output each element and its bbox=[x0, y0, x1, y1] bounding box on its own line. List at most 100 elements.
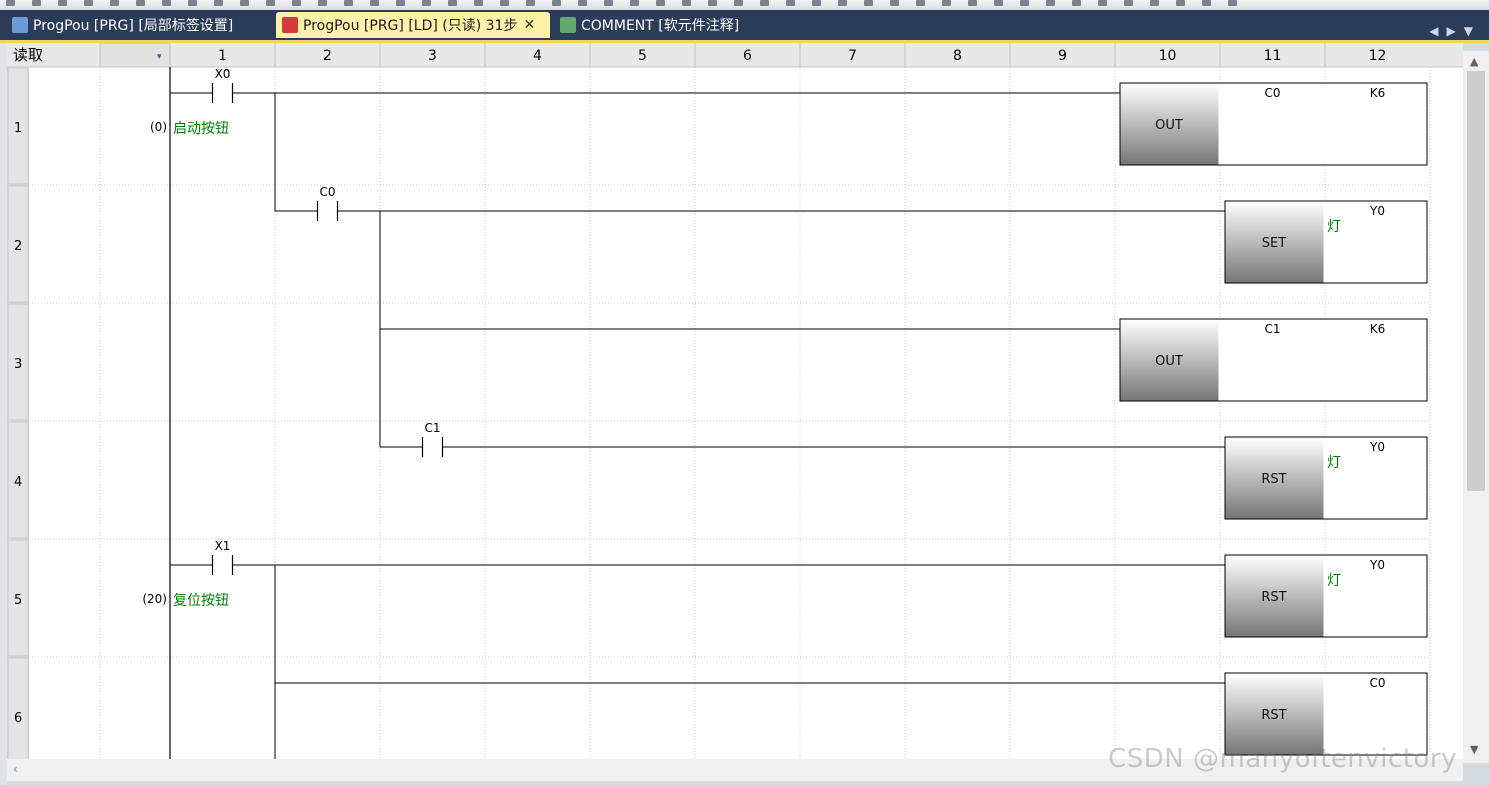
column-header: 4 bbox=[533, 48, 542, 64]
toolbar-button-icon[interactable] bbox=[1176, 0, 1185, 6]
instruction-name: SET bbox=[1262, 236, 1286, 251]
row-number: 5 bbox=[14, 593, 22, 608]
toolbar-button-icon[interactable] bbox=[344, 0, 353, 6]
instruction-setting[interactable]: K6 bbox=[1370, 86, 1386, 100]
toolbar-button-icon[interactable] bbox=[1098, 0, 1107, 6]
instruction-name: RST bbox=[1261, 590, 1286, 605]
toolbar-button-icon[interactable] bbox=[318, 0, 327, 6]
column-header: 9 bbox=[1058, 48, 1067, 64]
instruction-comment: 灯 bbox=[1327, 219, 1341, 235]
contact-device-label[interactable]: X0 bbox=[215, 67, 231, 81]
toolbar-button-icon[interactable] bbox=[448, 0, 457, 6]
watermark: CSDN @manyoftenvictory bbox=[1108, 744, 1457, 774]
toolbar-button-icon[interactable] bbox=[292, 0, 301, 6]
scroll-left-icon[interactable]: ◀ bbox=[1429, 24, 1446, 38]
toolbar-button-icon[interactable] bbox=[422, 0, 431, 6]
toolbar-button-icon[interactable] bbox=[110, 0, 119, 6]
tab-menu-icon[interactable]: ▼ bbox=[1464, 24, 1481, 38]
toolbar-button-icon[interactable] bbox=[786, 0, 795, 6]
toolbar-button-icon[interactable] bbox=[552, 0, 561, 6]
toolbar-button-icon[interactable] bbox=[1072, 0, 1081, 6]
ladder-diagram-icon bbox=[282, 17, 298, 33]
step-number: (0) bbox=[150, 120, 167, 134]
close-icon[interactable]: ✕ bbox=[523, 17, 535, 33]
toolbar-button-icon[interactable] bbox=[1228, 0, 1237, 6]
toolbar-button-icon[interactable] bbox=[864, 0, 873, 6]
column-header: 10 bbox=[1159, 48, 1177, 64]
column-header: 11 bbox=[1264, 48, 1282, 64]
toolbar-button-icon[interactable] bbox=[6, 0, 15, 6]
toolbar-button-icon[interactable] bbox=[682, 0, 691, 6]
toolbar-button-icon[interactable] bbox=[396, 0, 405, 6]
instruction-setting[interactable]: K6 bbox=[1370, 322, 1386, 336]
toolbar-button-icon[interactable] bbox=[1124, 0, 1133, 6]
toolbar-button-icon[interactable] bbox=[604, 0, 613, 6]
tab-navigation: ◀▶▼ bbox=[1429, 24, 1481, 38]
instruction-operand[interactable]: Y0 bbox=[1369, 204, 1385, 218]
instruction-name: RST bbox=[1261, 472, 1286, 487]
toolbar-button-icon[interactable] bbox=[500, 0, 509, 6]
row-number: 2 bbox=[14, 239, 22, 254]
column-header: 6 bbox=[743, 48, 752, 64]
scroll-up-icon[interactable]: ▲ bbox=[1470, 55, 1478, 68]
toolbar-button-icon[interactable] bbox=[656, 0, 665, 6]
ladder-editor[interactable]: 读取 ▾ 1 2 3 4 5 6 7 8 9 10 11 12 1 2 3 4 5 6 (0) (20) X0 启动按钮 C0 C… bbox=[7, 43, 1489, 785]
tab-label: ProgPou [PRG] [LD] (只读) 31步 bbox=[303, 18, 518, 34]
column-header: 3 bbox=[428, 48, 437, 64]
instruction-comment: 灯 bbox=[1327, 573, 1341, 589]
toolbar-button-icon[interactable] bbox=[942, 0, 951, 6]
instruction-operand[interactable]: C1 bbox=[1264, 322, 1280, 336]
instruction-comment: 灯 bbox=[1327, 455, 1341, 471]
row-number: 6 bbox=[14, 711, 22, 726]
toolbar-button-icon[interactable] bbox=[708, 0, 717, 6]
scroll-left-arrow-icon[interactable]: ‹ bbox=[13, 762, 18, 776]
step-number: (20) bbox=[142, 592, 167, 606]
contact-device-label[interactable]: X1 bbox=[215, 539, 231, 553]
toolbar-button-icon[interactable] bbox=[630, 0, 639, 6]
tab-label: COMMENT [软元件注释] bbox=[581, 18, 740, 34]
instruction-operand[interactable]: Y0 bbox=[1369, 558, 1385, 572]
chevron-down-icon[interactable]: ▾ bbox=[157, 52, 162, 62]
toolbar-button-icon[interactable] bbox=[1150, 0, 1159, 6]
mode-label: 读取 bbox=[13, 46, 43, 64]
scroll-right-icon[interactable]: ▶ bbox=[1447, 24, 1464, 38]
contact-device-label[interactable]: C0 bbox=[319, 185, 335, 199]
toolbar-button-icon[interactable] bbox=[578, 0, 587, 6]
toolbar-button-icon[interactable] bbox=[1202, 0, 1211, 6]
toolbar-button-icon[interactable] bbox=[370, 0, 379, 6]
toolbar-button-icon[interactable] bbox=[136, 0, 145, 6]
toolbar-button-icon[interactable] bbox=[812, 0, 821, 6]
toolbar-button-icon[interactable] bbox=[266, 0, 275, 6]
toolbar-button-icon[interactable] bbox=[1020, 0, 1029, 6]
toolbar-button-icon[interactable] bbox=[1046, 0, 1055, 6]
toolbar-button-icon[interactable] bbox=[916, 0, 925, 6]
toolbar-button-icon[interactable] bbox=[526, 0, 535, 6]
toolbar-button-icon[interactable] bbox=[994, 0, 1003, 6]
toolbar-button-icon[interactable] bbox=[188, 0, 197, 6]
instruction-operand[interactable]: Y0 bbox=[1369, 440, 1385, 454]
instruction-operand[interactable]: C0 bbox=[1264, 86, 1280, 100]
ladder-diagram[interactable]: 读取 ▾ 1 2 3 4 5 6 7 8 9 10 11 12123456(0)(20)X0启动按钮C0C… bbox=[7, 43, 1463, 759]
toolbar-button-icon[interactable] bbox=[214, 0, 223, 6]
instruction-name: OUT bbox=[1155, 118, 1183, 133]
vertical-scrollbar[interactable]: ▲ ▼ bbox=[1463, 51, 1489, 763]
toolbar-button-icon[interactable] bbox=[890, 0, 899, 6]
tab-device-comment[interactable]: COMMENT [软元件注释] bbox=[554, 12, 784, 38]
tab-ladder-program[interactable]: ProgPou [PRG] [LD] (只读) 31步 ✕ bbox=[276, 12, 550, 38]
tab-local-label-setting[interactable]: ProgPou [PRG] [局部标签设置] bbox=[6, 12, 272, 38]
instruction-operand[interactable]: C0 bbox=[1369, 676, 1385, 690]
toolbar-button-icon[interactable] bbox=[734, 0, 743, 6]
toolbar-button-icon[interactable] bbox=[84, 0, 93, 6]
scroll-thumb[interactable] bbox=[1467, 71, 1485, 491]
toolbar-button-icon[interactable] bbox=[58, 0, 67, 6]
scroll-down-icon[interactable]: ▼ bbox=[1470, 743, 1478, 756]
toolbar-button-icon[interactable] bbox=[32, 0, 41, 6]
toolbar-button-icon[interactable] bbox=[838, 0, 847, 6]
toolbar-button-icon[interactable] bbox=[760, 0, 769, 6]
toolbar-button-icon[interactable] bbox=[240, 0, 249, 6]
contact-device-label[interactable]: C1 bbox=[424, 421, 440, 435]
device-comment-icon bbox=[560, 17, 576, 33]
toolbar-button-icon[interactable] bbox=[474, 0, 483, 6]
toolbar-button-icon[interactable] bbox=[968, 0, 977, 6]
toolbar-button-icon[interactable] bbox=[162, 0, 171, 6]
